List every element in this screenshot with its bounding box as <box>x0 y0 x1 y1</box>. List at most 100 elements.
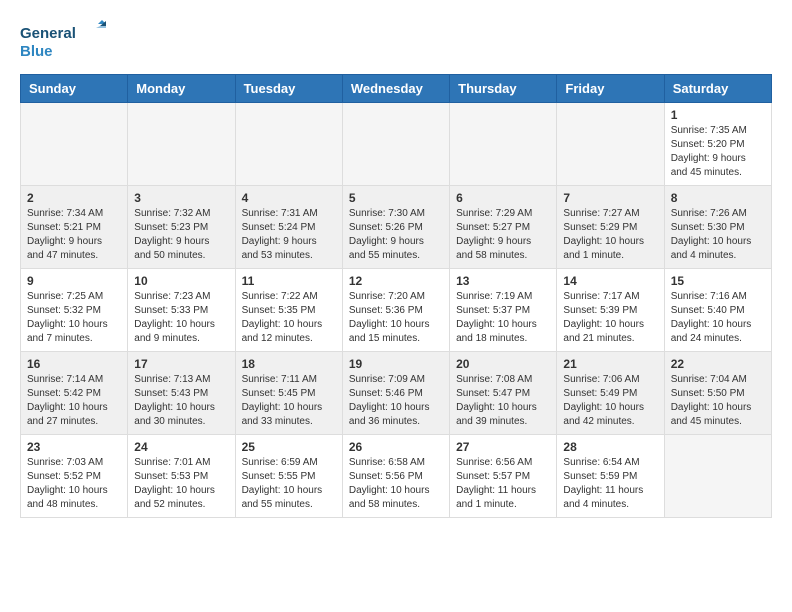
logo: General Blue <box>20 20 110 64</box>
day-number: 20 <box>456 357 550 371</box>
day-info: Sunrise: 7:03 AM Sunset: 5:52 PM Dayligh… <box>27 456 121 512</box>
calendar-cell: 28 Sunrise: 6:54 AM Sunset: 5:59 PM Dayli… <box>557 435 664 518</box>
day-number: 4 <box>242 191 336 205</box>
day-info: Sunrise: 7:16 AM Sunset: 5:40 PM Dayligh… <box>671 290 765 346</box>
calendar-cell: 6 Sunrise: 7:29 AM Sunset: 5:27 PM Daylig… <box>450 186 557 269</box>
day-number: 13 <box>456 274 550 288</box>
calendar-cell: 11 Sunrise: 7:22 AM Sunset: 5:35 PM Dayli… <box>235 269 342 352</box>
day-info: Sunrise: 7:29 AM Sunset: 5:27 PM Dayligh… <box>456 207 550 263</box>
calendar-cell: 25 Sunrise: 6:59 AM Sunset: 5:55 PM Dayli… <box>235 435 342 518</box>
day-number: 2 <box>27 191 121 205</box>
calendar-cell <box>342 103 449 186</box>
calendar-cell: 26 Sunrise: 6:58 AM Sunset: 5:56 PM Dayli… <box>342 435 449 518</box>
calendar-cell: 18 Sunrise: 7:11 AM Sunset: 5:45 PM Dayli… <box>235 352 342 435</box>
calendar-cell: 1Sunrise: 7:35 AM Sunset: 5:20 PM Daylig… <box>664 103 771 186</box>
day-number: 24 <box>134 440 228 454</box>
calendar-cell <box>128 103 235 186</box>
day-number: 11 <box>242 274 336 288</box>
day-info: Sunrise: 7:34 AM Sunset: 5:21 PM Dayligh… <box>27 207 121 263</box>
calendar-cell: 23Sunrise: 7:03 AM Sunset: 5:52 PM Dayli… <box>21 435 128 518</box>
day-info: Sunrise: 7:08 AM Sunset: 5:47 PM Dayligh… <box>456 373 550 429</box>
day-number: 28 <box>563 440 657 454</box>
calendar-cell <box>664 435 771 518</box>
calendar-cell <box>450 103 557 186</box>
day-info: Sunrise: 7:30 AM Sunset: 5:26 PM Dayligh… <box>349 207 443 263</box>
day-info: Sunrise: 7:19 AM Sunset: 5:37 PM Dayligh… <box>456 290 550 346</box>
calendar-week-row: 1Sunrise: 7:35 AM Sunset: 5:20 PM Daylig… <box>21 103 772 186</box>
day-info: Sunrise: 6:59 AM Sunset: 5:55 PM Dayligh… <box>242 456 336 512</box>
calendar-week-row: 16 Sunrise: 7:14 AM Sunset: 5:42 PM Dayli… <box>21 352 772 435</box>
day-info: Sunrise: 7:13 AM Sunset: 5:43 PM Dayligh… <box>134 373 228 429</box>
day-number: 26 <box>349 440 443 454</box>
logo-svg: General Blue <box>20 20 110 64</box>
day-of-week-header: Tuesday <box>235 75 342 103</box>
calendar-cell: 8 Sunrise: 7:26 AM Sunset: 5:30 PM Daylig… <box>664 186 771 269</box>
calendar-cell <box>235 103 342 186</box>
day-info: Sunrise: 7:25 AM Sunset: 5:32 PM Dayligh… <box>27 290 121 346</box>
day-number: 21 <box>563 357 657 371</box>
day-info: Sunrise: 7:06 AM Sunset: 5:49 PM Dayligh… <box>563 373 657 429</box>
day-number: 12 <box>349 274 443 288</box>
day-of-week-header: Monday <box>128 75 235 103</box>
calendar-cell: 2 Sunrise: 7:34 AM Sunset: 5:21 PM Daylig… <box>21 186 128 269</box>
calendar-cell: 20 Sunrise: 7:08 AM Sunset: 5:47 PM Dayli… <box>450 352 557 435</box>
day-number: 27 <box>456 440 550 454</box>
day-info: Sunrise: 7:32 AM Sunset: 5:23 PM Dayligh… <box>134 207 228 263</box>
calendar-cell: 21 Sunrise: 7:06 AM Sunset: 5:49 PM Dayli… <box>557 352 664 435</box>
day-info: Sunrise: 7:17 AM Sunset: 5:39 PM Dayligh… <box>563 290 657 346</box>
svg-text:Blue: Blue <box>20 43 53 60</box>
calendar-cell: 3 Sunrise: 7:32 AM Sunset: 5:23 PM Daylig… <box>128 186 235 269</box>
calendar-cell: 22Sunrise: 7:04 AM Sunset: 5:50 PM Dayli… <box>664 352 771 435</box>
day-of-week-header: Friday <box>557 75 664 103</box>
calendar-cell: 16 Sunrise: 7:14 AM Sunset: 5:42 PM Dayli… <box>21 352 128 435</box>
svg-text:General: General <box>20 25 76 42</box>
day-info: Sunrise: 7:09 AM Sunset: 5:46 PM Dayligh… <box>349 373 443 429</box>
calendar-cell: 15 Sunrise: 7:16 AM Sunset: 5:40 PM Dayli… <box>664 269 771 352</box>
day-number: 25 <box>242 440 336 454</box>
calendar-cell: 4 Sunrise: 7:31 AM Sunset: 5:24 PM Daylig… <box>235 186 342 269</box>
day-info: Sunrise: 7:31 AM Sunset: 5:24 PM Dayligh… <box>242 207 336 263</box>
calendar-week-row: 23Sunrise: 7:03 AM Sunset: 5:52 PM Dayli… <box>21 435 772 518</box>
calendar-cell: 27Sunrise: 6:56 AM Sunset: 5:57 PM Dayli… <box>450 435 557 518</box>
day-info: Sunrise: 6:58 AM Sunset: 5:56 PM Dayligh… <box>349 456 443 512</box>
day-number: 18 <box>242 357 336 371</box>
calendar-header-row: SundayMondayTuesdayWednesdayThursdayFrid… <box>21 75 772 103</box>
calendar-cell: 19 Sunrise: 7:09 AM Sunset: 5:46 PM Dayli… <box>342 352 449 435</box>
calendar-cell: 17Sunrise: 7:13 AM Sunset: 5:43 PM Dayli… <box>128 352 235 435</box>
calendar-cell: 12 Sunrise: 7:20 AM Sunset: 5:36 PM Dayli… <box>342 269 449 352</box>
day-info: Sunrise: 6:54 AM Sunset: 5:59 PM Dayligh… <box>563 456 657 512</box>
day-info: Sunrise: 7:01 AM Sunset: 5:53 PM Dayligh… <box>134 456 228 512</box>
day-number: 19 <box>349 357 443 371</box>
day-info: Sunrise: 7:23 AM Sunset: 5:33 PM Dayligh… <box>134 290 228 346</box>
calendar-week-row: 2 Sunrise: 7:34 AM Sunset: 5:21 PM Daylig… <box>21 186 772 269</box>
day-number: 14 <box>563 274 657 288</box>
calendar-cell: 13 Sunrise: 7:19 AM Sunset: 5:37 PM Dayli… <box>450 269 557 352</box>
calendar-cell <box>21 103 128 186</box>
day-number: 22 <box>671 357 765 371</box>
calendar-cell: 10 Sunrise: 7:23 AM Sunset: 5:33 PM Dayli… <box>128 269 235 352</box>
day-number: 16 <box>27 357 121 371</box>
day-of-week-header: Thursday <box>450 75 557 103</box>
day-number: 8 <box>671 191 765 205</box>
day-info: Sunrise: 7:11 AM Sunset: 5:45 PM Dayligh… <box>242 373 336 429</box>
calendar-cell: 24 Sunrise: 7:01 AM Sunset: 5:53 PM Dayli… <box>128 435 235 518</box>
calendar-cell: 5Sunrise: 7:30 AM Sunset: 5:26 PM Daylig… <box>342 186 449 269</box>
day-number: 10 <box>134 274 228 288</box>
day-of-week-header: Sunday <box>21 75 128 103</box>
day-number: 3 <box>134 191 228 205</box>
calendar-week-row: 9Sunrise: 7:25 AM Sunset: 5:32 PM Daylig… <box>21 269 772 352</box>
calendar-cell: 9Sunrise: 7:25 AM Sunset: 5:32 PM Daylig… <box>21 269 128 352</box>
calendar-cell: 7Sunrise: 7:27 AM Sunset: 5:29 PM Daylig… <box>557 186 664 269</box>
day-info: Sunrise: 7:14 AM Sunset: 5:42 PM Dayligh… <box>27 373 121 429</box>
day-number: 1 <box>671 108 765 122</box>
day-number: 15 <box>671 274 765 288</box>
day-info: Sunrise: 7:26 AM Sunset: 5:30 PM Dayligh… <box>671 207 765 263</box>
calendar-table: SundayMondayTuesdayWednesdayThursdayFrid… <box>20 74 772 518</box>
page-header: General Blue <box>20 20 772 64</box>
day-number: 6 <box>456 191 550 205</box>
day-of-week-header: Saturday <box>664 75 771 103</box>
day-info: Sunrise: 7:22 AM Sunset: 5:35 PM Dayligh… <box>242 290 336 346</box>
day-info: Sunrise: 7:20 AM Sunset: 5:36 PM Dayligh… <box>349 290 443 346</box>
day-of-week-header: Wednesday <box>342 75 449 103</box>
calendar-cell <box>557 103 664 186</box>
